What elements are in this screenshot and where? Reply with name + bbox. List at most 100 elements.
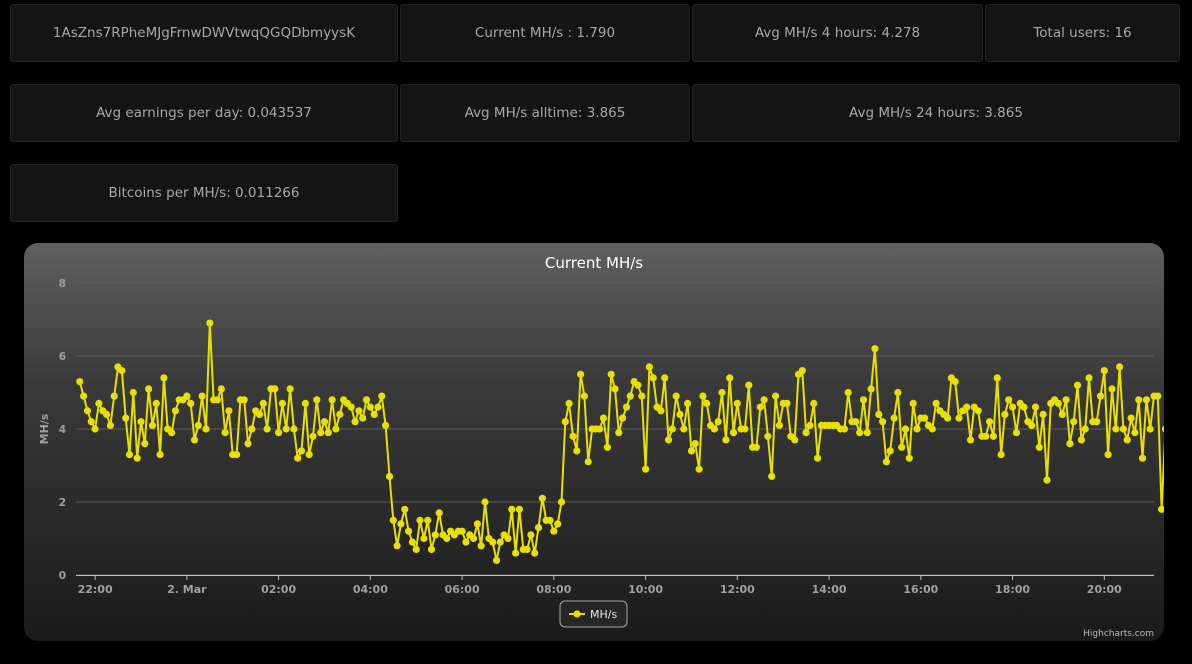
- data-point: [137, 418, 145, 426]
- highcharts-credit-link[interactable]: Highcharts.com: [1083, 629, 1154, 639]
- data-point: [726, 374, 734, 382]
- data-point: [1093, 418, 1101, 426]
- data-point: [393, 542, 401, 550]
- data-point: [768, 472, 776, 480]
- data-point: [1131, 429, 1139, 437]
- data-point: [477, 542, 485, 550]
- data-point: [913, 425, 921, 433]
- data-point: [695, 465, 703, 473]
- data-point: [898, 443, 906, 451]
- data-point: [103, 410, 111, 418]
- data-point: [986, 418, 994, 426]
- x-tick-label: 14:00: [812, 583, 847, 596]
- data-point: [1009, 403, 1017, 411]
- legend-item-label[interactable]: MH/s: [590, 608, 617, 621]
- data-point: [527, 531, 535, 539]
- data-point: [661, 374, 669, 382]
- data-point: [974, 407, 982, 415]
- data-point: [489, 538, 497, 546]
- data-point: [760, 396, 768, 404]
- data-point: [324, 429, 332, 437]
- data-point: [619, 414, 627, 422]
- data-point: [355, 407, 363, 415]
- data-point: [1043, 476, 1051, 484]
- data-point: [168, 429, 176, 437]
- data-point: [894, 388, 902, 397]
- avg-alltime-text: Avg MH/s alltime: 3.865: [464, 105, 626, 121]
- data-point: [106, 421, 114, 429]
- data-point: [852, 418, 860, 426]
- data-point: [733, 399, 741, 407]
- data-point: [118, 367, 126, 375]
- data-point: [1073, 381, 1082, 389]
- data-point: [745, 381, 753, 389]
- x-tick-label: 10:00: [628, 583, 663, 596]
- data-point: [741, 425, 749, 433]
- data-point: [76, 378, 84, 386]
- data-point: [638, 392, 646, 400]
- data-point: [599, 414, 608, 422]
- data-point: [783, 399, 791, 407]
- data-point: [856, 429, 864, 437]
- avg-24h-panel: Avg MH/s 24 hours: 3.865: [692, 84, 1180, 142]
- x-tick-label: 22:00: [78, 583, 113, 596]
- data-point: [317, 429, 325, 437]
- data-point: [225, 407, 233, 415]
- data-point: [359, 414, 367, 422]
- data-point: [496, 538, 504, 546]
- data-point: [91, 425, 99, 433]
- data-point: [879, 418, 887, 426]
- data-point: [886, 447, 894, 455]
- data-point: [424, 516, 432, 524]
- data-point: [672, 392, 680, 400]
- data-point: [840, 425, 849, 433]
- address-text: 1AsZns7RPheMJgFrnwDWVtwqQGQDbmyysK: [52, 25, 356, 41]
- data-point: [890, 414, 898, 422]
- data-point: [125, 451, 134, 459]
- data-point: [305, 451, 313, 459]
- data-point: [806, 421, 814, 429]
- data-point: [351, 418, 359, 426]
- data-point: [577, 370, 585, 378]
- data-point: [802, 429, 810, 437]
- data-point: [152, 399, 160, 407]
- data-point: [1142, 396, 1150, 404]
- data-point: [148, 421, 157, 429]
- data-point: [1123, 436, 1131, 444]
- data-point: [110, 392, 118, 400]
- data-point: [122, 414, 130, 422]
- data-point: [244, 440, 252, 448]
- data-point: [133, 454, 141, 462]
- chart-panel: Current MH/s 0 2 4 6 8 MH/s 22:00 2. Mar 02:00 04:…: [24, 243, 1164, 641]
- data-point: [420, 534, 428, 543]
- data-point: [1085, 374, 1093, 382]
- data-point: [473, 520, 481, 528]
- data-point: [561, 418, 569, 426]
- x-tick-label: 02:00: [261, 583, 296, 596]
- data-point: [297, 447, 306, 455]
- data-point: [1138, 454, 1147, 462]
- data-point: [722, 436, 730, 444]
- data-point: [1005, 396, 1013, 404]
- data-point: [187, 399, 195, 407]
- data-point: [603, 443, 612, 451]
- data-point: [791, 436, 799, 444]
- x-tick-label: 04:00: [353, 583, 388, 596]
- series-line-MH/s: [78, 322, 1164, 562]
- data-point: [183, 392, 191, 400]
- data-point: [867, 385, 875, 393]
- x-tick-label: 16:00: [903, 583, 938, 596]
- data-point: [710, 425, 719, 433]
- data-point: [248, 425, 256, 433]
- data-point: [909, 399, 917, 407]
- data-point: [313, 396, 321, 404]
- data-point: [1100, 367, 1108, 375]
- data-point: [1161, 425, 1164, 433]
- data-point: [435, 509, 443, 517]
- avg-4h-text: Avg MH/s 4 hours: 4.278: [754, 25, 921, 41]
- data-point: [255, 410, 264, 418]
- data-point: [580, 392, 589, 400]
- data-point: [156, 451, 164, 459]
- data-point: [944, 414, 952, 422]
- y-tick-label: 6: [59, 351, 66, 363]
